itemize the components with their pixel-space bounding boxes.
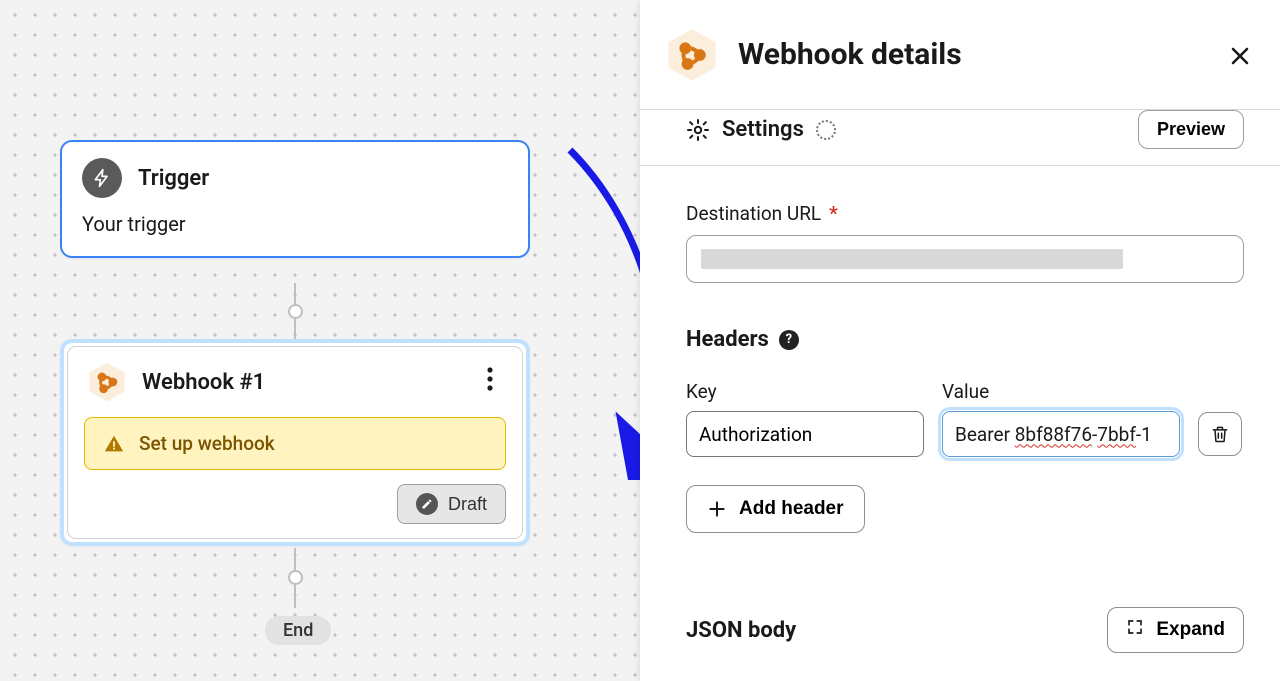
more-menu-button[interactable] [472, 361, 508, 397]
webhook-node[interactable]: Webhook #1 Set up webhook Draft [60, 339, 530, 546]
settings-section-header: Settings Preview [686, 110, 1244, 165]
panel-scroll-area[interactable]: Settings Preview Destination URL * Heade… [640, 110, 1280, 681]
expand-label: Expand [1156, 619, 1225, 641]
trash-icon [1210, 424, 1230, 444]
expand-button[interactable]: Expand [1107, 607, 1244, 653]
gear-icon [686, 118, 710, 142]
settings-label: Settings [722, 117, 804, 142]
key-column-label: Key [686, 380, 924, 403]
connector-dot[interactable] [288, 304, 303, 319]
connector-dot[interactable] [288, 570, 303, 585]
required-star-icon: * [829, 202, 838, 225]
panel-header: Webhook details [640, 0, 1280, 110]
draft-label: Draft [448, 494, 487, 515]
header-row: Key Value Bearer 8bf88f76-7bbf-1 [686, 380, 1244, 457]
value-column-label: Value [942, 380, 1180, 403]
workflow-canvas[interactable]: Trigger Your trigger W [0, 0, 640, 681]
destination-url-input[interactable] [686, 235, 1244, 283]
webhook-hex-icon [86, 361, 128, 403]
plus-icon [707, 499, 727, 519]
end-node[interactable]: End [265, 616, 331, 645]
delete-header-button[interactable] [1198, 412, 1242, 456]
redacted-value [701, 249, 1123, 269]
loading-spinner-icon [816, 120, 836, 140]
trigger-description: Your trigger [62, 208, 528, 256]
add-header-button[interactable]: Add header [686, 485, 865, 533]
setup-warning-banner[interactable]: Set up webhook [84, 417, 506, 470]
help-icon[interactable]: ? [779, 330, 799, 350]
annotation-arrow [520, 140, 640, 480]
lightning-icon [82, 158, 122, 198]
headers-section-title: Headers ? [686, 327, 1244, 352]
webhook-hex-icon [664, 27, 720, 83]
trigger-node[interactable]: Trigger Your trigger [60, 140, 530, 258]
preview-button[interactable]: Preview [1138, 110, 1244, 149]
trigger-title: Trigger [138, 166, 209, 191]
details-panel: Webhook details Settings Preview Destina… [640, 0, 1280, 681]
close-button[interactable] [1222, 38, 1258, 74]
json-body-section-title: JSON body [686, 618, 796, 643]
draft-button[interactable]: Draft [397, 484, 506, 524]
pencil-icon [416, 493, 438, 515]
warning-icon [103, 433, 125, 455]
expand-icon [1126, 618, 1144, 642]
warning-text: Set up webhook [139, 432, 275, 455]
panel-title: Webhook details [738, 37, 962, 72]
destination-url-label: Destination URL * [686, 202, 1244, 225]
header-key-input[interactable] [686, 411, 924, 457]
webhook-title: Webhook #1 [142, 370, 265, 395]
add-header-label: Add header [739, 498, 844, 520]
header-value-input[interactable]: Bearer 8bf88f76-7bbf-1 [942, 411, 1180, 457]
